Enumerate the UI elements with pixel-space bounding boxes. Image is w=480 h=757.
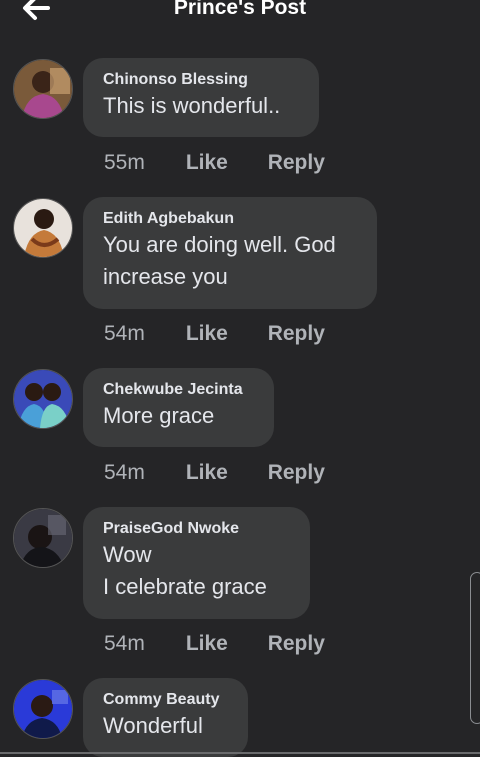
reply-button[interactable]: Reply — [268, 150, 325, 176]
comment-time: 54m — [104, 632, 145, 655]
comment-text: Wow I celebrate grace — [103, 542, 267, 599]
comment-time: 55m — [104, 151, 145, 174]
reply-button[interactable]: Reply — [268, 460, 325, 486]
like-button[interactable]: Like — [186, 460, 262, 486]
page-title: Prince's Post — [173, 0, 307, 19]
comment-time: 54m — [104, 322, 145, 345]
comment-text: More grace — [103, 403, 215, 428]
scroll-handle[interactable] — [470, 572, 480, 724]
comment-bubble[interactable]: Chekwube Jecinta More grace — [83, 368, 274, 447]
bottom-divider — [0, 752, 480, 754]
comment-author[interactable]: Commy Beauty — [103, 690, 228, 710]
comment-time: 54m — [104, 461, 145, 484]
avatar[interactable] — [13, 198, 73, 258]
avatar[interactable] — [13, 508, 73, 568]
comment-text: You are doing well. God increase you — [103, 232, 336, 289]
comment-author[interactable]: Edith Agbebakun — [103, 209, 357, 229]
comment-bubble[interactable]: PraiseGod Nwoke Wow I celebrate grace — [83, 507, 310, 619]
avatar[interactable] — [13, 59, 73, 119]
like-button[interactable]: Like — [186, 150, 262, 176]
like-button[interactable]: Like — [186, 631, 262, 657]
comment-bubble[interactable]: Commy Beauty Wonderful — [83, 678, 248, 757]
comment-actions: 54m Like Reply — [104, 460, 325, 486]
comment-actions: 54m Like Reply — [104, 631, 325, 657]
comment-text: This is wonderful.. — [103, 93, 281, 118]
comment-author[interactable]: Chekwube Jecinta — [103, 380, 254, 400]
top-bar: Prince's Post — [0, 0, 480, 30]
comment-text: Wonderful — [103, 713, 203, 738]
reply-button[interactable]: Reply — [268, 631, 325, 657]
avatar[interactable] — [13, 679, 73, 739]
comment-bubble[interactable]: Chinonso Blessing This is wonderful.. — [83, 58, 319, 137]
comment-bubble[interactable]: Edith Agbebakun You are doing well. God … — [83, 197, 377, 309]
like-button[interactable]: Like — [186, 321, 262, 347]
avatar[interactable] — [13, 369, 73, 429]
comment-author[interactable]: Chinonso Blessing — [103, 70, 299, 90]
reply-button[interactable]: Reply — [268, 321, 325, 347]
comment-author[interactable]: PraiseGod Nwoke — [103, 519, 290, 539]
comment-actions: 54m Like Reply — [104, 321, 325, 347]
comment-actions: 55m Like Reply — [104, 150, 325, 176]
